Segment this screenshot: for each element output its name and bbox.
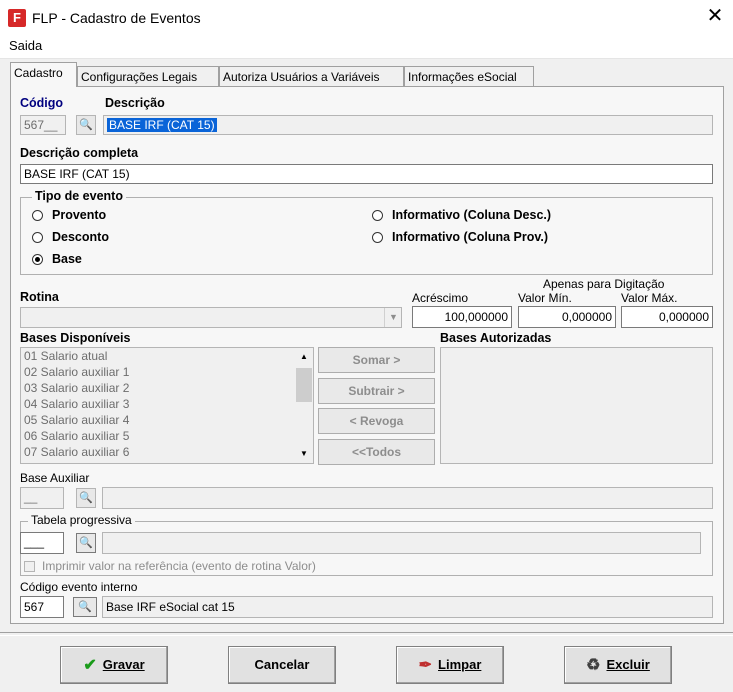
- radio-provento[interactable]: [32, 210, 43, 221]
- cancelar-button[interactable]: Cancelar: [228, 646, 336, 684]
- close-icon[interactable]: ✕: [703, 4, 727, 28]
- tabela-progressiva-title: Tabela progressiva: [28, 513, 135, 527]
- bases-disponiveis-list[interactable]: 01 Salario atual 02 Salario auxiliar 1 0…: [20, 347, 314, 464]
- codigo-interno-desc-field[interactable]: Base IRF eSocial cat 15: [102, 596, 713, 618]
- excluir-button[interactable]: ♻ Excluir: [564, 646, 672, 684]
- descricao-completa-field[interactable]: BASE IRF (CAT 15): [20, 164, 713, 184]
- subtrair-button[interactable]: Subtrair >: [318, 378, 435, 404]
- base-auxiliar-label: Base Auxiliar: [20, 471, 90, 485]
- search-tabela-binoculars-icon[interactable]: 🔍: [76, 533, 96, 553]
- apenas-digitacao-label: Apenas para Digitação: [543, 277, 665, 291]
- tabela-progressiva-desc-field[interactable]: [102, 532, 701, 554]
- descricao-field[interactable]: BASE IRF (CAT 15): [103, 115, 713, 135]
- bases-autorizadas-list[interactable]: [440, 347, 713, 464]
- base-auxiliar-field[interactable]: __: [20, 487, 64, 509]
- tab-configuracoes-legais[interactable]: Configurações Legais: [77, 66, 219, 86]
- provento-label: Provento: [52, 208, 107, 222]
- radio-base[interactable]: [32, 254, 43, 265]
- radio-informativo-desc[interactable]: [372, 210, 383, 221]
- list-item[interactable]: 04 Salario auxiliar 3: [24, 397, 129, 411]
- somar-button[interactable]: Somar >: [318, 347, 435, 373]
- valor-max-label: Valor Máx.: [621, 291, 678, 305]
- chevron-down-icon[interactable]: ▼: [384, 308, 402, 327]
- limpar-button[interactable]: ✒ Limpar: [396, 646, 504, 684]
- codigo-label: Código: [20, 96, 64, 110]
- checkmark-icon: ✔: [83, 657, 97, 674]
- radio-desconto[interactable]: [32, 232, 43, 243]
- search-codigo-binoculars-icon[interactable]: 🔍: [76, 115, 96, 135]
- app-logo-icon: F: [8, 9, 26, 27]
- list-item[interactable]: 03 Salario auxiliar 2: [24, 381, 129, 395]
- list-item[interactable]: 07 Salario auxiliar 6: [24, 445, 129, 459]
- trash-icon: ♻: [586, 657, 601, 674]
- tab-informacoes-esocial[interactable]: Informações eSocial: [404, 66, 534, 86]
- footer-separator: [0, 632, 733, 636]
- list-item[interactable]: 02 Salario auxiliar 1: [24, 365, 129, 379]
- list-item[interactable]: 01 Salario atual: [24, 349, 107, 363]
- window-title: FLP - Cadastro de Eventos: [32, 10, 201, 26]
- acrescimo-field[interactable]: 100,000000: [412, 306, 512, 328]
- tab-autoriza-usuarios[interactable]: Autoriza Usuários a Variáveis: [219, 66, 404, 86]
- base-auxiliar-desc-field[interactable]: [102, 487, 713, 509]
- tabela-progressiva-field[interactable]: ___: [20, 532, 64, 554]
- list-item[interactable]: 05 Salario auxiliar 4: [24, 413, 129, 427]
- codigo-interno-label: Código evento interno: [20, 580, 138, 594]
- rotina-select[interactable]: [20, 307, 402, 328]
- imprimir-valor-checkbox[interactable]: [24, 561, 35, 572]
- valor-min-label: Valor Mín.: [518, 291, 572, 305]
- imprimir-valor-label: Imprimir valor na referência (evento de …: [42, 559, 316, 573]
- codigo-interno-field[interactable]: 567: [20, 596, 64, 618]
- bases-autorizadas-label: Bases Autorizadas: [440, 331, 552, 345]
- radio-informativo-prov[interactable]: [372, 232, 383, 243]
- informativo-desc-label: Informativo (Coluna Desc.): [392, 208, 552, 222]
- acrescimo-label: Acréscimo: [412, 291, 469, 305]
- scroll-thumb[interactable]: [296, 368, 312, 402]
- search-codigo-interno-binoculars-icon[interactable]: 🔍: [73, 597, 97, 617]
- tipo-evento-title: Tipo de evento: [32, 189, 126, 203]
- base-label: Base: [52, 252, 82, 266]
- menu-bar: Saida: [0, 34, 733, 59]
- eraser-icon: ✒: [418, 657, 433, 674]
- codigo-field[interactable]: 567__: [20, 115, 66, 135]
- scroll-down-icon[interactable]: ▼: [295, 446, 313, 462]
- descricao-completa-label: Descrição completa: [20, 146, 139, 160]
- todos-button[interactable]: <<Todos: [318, 439, 435, 465]
- valor-max-field[interactable]: 0,000000: [621, 306, 713, 328]
- list-item[interactable]: 06 Salario auxiliar 5: [24, 429, 129, 443]
- tab-cadastro[interactable]: Cadastro: [10, 62, 77, 87]
- descricao-label: Descrição: [105, 96, 165, 110]
- informativo-prov-label: Informativo (Coluna Prov.): [392, 230, 549, 244]
- search-base-auxiliar-binoculars-icon[interactable]: 🔍: [76, 488, 96, 508]
- tipo-evento-group: [20, 197, 713, 275]
- bases-disponiveis-label: Bases Disponíveis: [20, 331, 131, 345]
- revoga-button[interactable]: < Revoga: [318, 408, 435, 434]
- title-bar: F FLP - Cadastro de Eventos ✕: [0, 0, 733, 34]
- scroll-up-icon[interactable]: ▲: [295, 349, 313, 365]
- rotina-label: Rotina: [20, 290, 59, 304]
- menu-saida[interactable]: Saida: [9, 38, 42, 53]
- gravar-button[interactable]: ✔ Gravar: [60, 646, 168, 684]
- valor-min-field[interactable]: 0,000000: [518, 306, 616, 328]
- desconto-label: Desconto: [52, 230, 109, 244]
